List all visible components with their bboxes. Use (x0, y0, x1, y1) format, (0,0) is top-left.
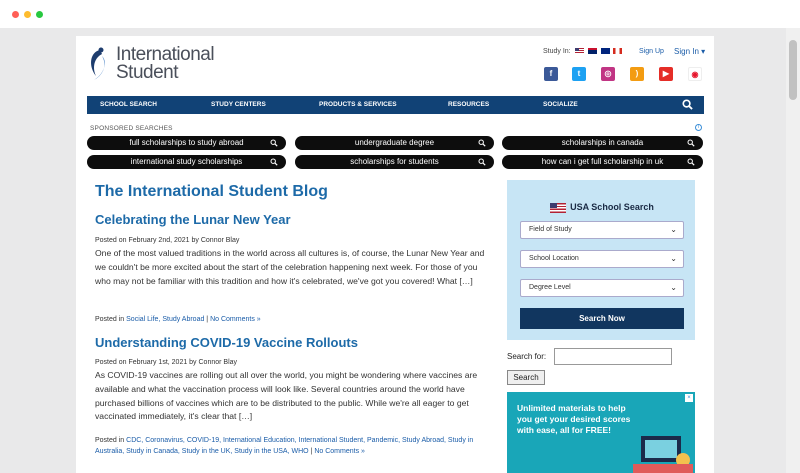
scrollbar-thumb[interactable] (789, 40, 797, 100)
main-nav: SCHOOL SEARCH STUDY CENTERS PRODUCTS & S… (87, 96, 704, 114)
post-title-link[interactable]: Celebrating the Lunar New Year (95, 212, 291, 227)
sign-up-link[interactable]: Sign Up (639, 48, 664, 55)
logo-text-student: Student (116, 62, 179, 83)
usa-flag-icon (550, 202, 567, 213)
sponsored-pill[interactable]: scholarships for students (295, 155, 494, 169)
ad-illustration (633, 436, 693, 473)
widget-title: USA School Search (507, 202, 695, 213)
nav-school-search[interactable]: SCHOOL SEARCH (100, 96, 157, 114)
search-icon (687, 158, 695, 166)
search-icon (478, 139, 486, 147)
sponsored-pill[interactable]: international study scholarships (87, 155, 286, 169)
search-icon (687, 139, 695, 147)
post-categories: Posted in CDC, Coronavirus, COVID-19, In… (95, 437, 474, 455)
site-logo[interactable]: International Student (86, 44, 236, 84)
close-window-dot[interactable] (12, 11, 19, 18)
sponsored-pill-label: undergraduate degree (354, 138, 435, 147)
post-title-link[interactable]: Understanding COVID-19 Vaccine Rollouts (95, 335, 358, 350)
posted-in-label: Posted in (95, 316, 125, 323)
select-value: Degree Level (529, 284, 571, 291)
rss-icon[interactable]: ) (630, 67, 644, 81)
sponsored-pill-label: scholarships in canada (561, 138, 644, 147)
select-value: School Location (529, 255, 579, 262)
sponsored-pill[interactable]: undergraduate degree (295, 136, 494, 150)
advertisement[interactable]: Unlimited materials to help you get your… (507, 392, 695, 473)
category-links[interactable]: CDC, Coronavirus, COVID-19, Internationa… (95, 437, 473, 455)
nav-socialize[interactable]: SOCIALIZE (543, 96, 578, 114)
nav-study-centers[interactable]: STUDY CENTERS (211, 96, 266, 114)
browser-chrome (0, 0, 800, 28)
scrollbar[interactable] (786, 28, 800, 473)
sponsored-pill[interactable]: full scholarships to study abroad (87, 136, 286, 150)
nav-products-services[interactable]: PRODUCTS & SERVICES (319, 96, 397, 114)
select-value: Field of Study (529, 226, 572, 233)
sponsored-pill-label: international study scholarships (130, 157, 243, 166)
study-in-label: Study In: (543, 48, 571, 55)
minimize-window-dot[interactable] (24, 11, 31, 18)
twitter-icon[interactable]: t (572, 67, 586, 81)
maximize-window-dot[interactable] (36, 11, 43, 18)
sponsored-pill[interactable]: scholarships in canada (502, 136, 703, 150)
study-in: Study In: (543, 48, 623, 55)
globe-logo-icon (91, 47, 105, 80)
comments-link[interactable]: No Comments » (210, 316, 261, 323)
ad-info-icon[interactable]: × (685, 394, 693, 402)
degree-level-select[interactable]: Degree Level ⌄ (520, 279, 684, 297)
chevron-down-icon: ⌄ (670, 283, 677, 292)
ad-text: Unlimited materials to help you get your… (517, 403, 631, 435)
sponsored-pill-label: full scholarships to study abroad (129, 138, 244, 147)
uk-flag-icon[interactable] (587, 48, 597, 55)
sponsored-pill[interactable]: how can i get full scholarship in uk (502, 155, 703, 169)
comments-link[interactable]: No Comments » (314, 448, 365, 455)
info-icon[interactable]: i (695, 124, 702, 131)
usa-school-search-widget: USA School Search Field of Study ⌄ School… (507, 180, 695, 340)
search-button[interactable]: Search (507, 370, 545, 385)
search-for-label: Search for: (507, 352, 547, 361)
nav-resources[interactable]: RESOURCES (448, 96, 489, 114)
post-meta: Posted on February 2nd, 2021 by Connor B… (95, 237, 240, 244)
category-links[interactable]: Social Life, Study Abroad (126, 316, 204, 323)
chevron-down-icon: ⌄ (670, 254, 677, 263)
post-meta: Posted on February 1st, 2021 by Connor B… (95, 359, 238, 366)
canada-flag-icon[interactable] (613, 48, 623, 55)
search-icon (270, 158, 278, 166)
usa-flag-icon[interactable] (574, 48, 584, 55)
chevron-down-icon: ⌄ (670, 225, 677, 234)
search-icon[interactable] (682, 99, 693, 110)
instagram-icon[interactable]: ◎ (601, 67, 615, 81)
post-excerpt: As COVID-19 vaccines are rolling out all… (95, 370, 478, 422)
school-location-select[interactable]: School Location ⌄ (520, 250, 684, 268)
post-categories: Posted in Social Life, Study Abroad | No… (95, 316, 261, 323)
sign-in-dropdown[interactable]: Sign In ▾ (674, 47, 705, 56)
sponsored-pill-label: scholarships for students (350, 157, 439, 166)
facebook-icon[interactable]: f (544, 67, 558, 81)
australia-flag-icon[interactable] (600, 48, 610, 55)
field-of-study-select[interactable]: Field of Study ⌄ (520, 221, 684, 239)
weibo-icon[interactable]: ◉ (688, 67, 702, 81)
page-title: The International Student Blog (95, 183, 328, 200)
search-input[interactable] (554, 348, 672, 365)
search-icon (270, 139, 278, 147)
search-icon (478, 158, 486, 166)
sponsored-pill-label: how can i get full scholarship in uk (541, 157, 664, 166)
search-now-button[interactable]: Search Now (520, 308, 684, 329)
youtube-icon[interactable]: ▶ (659, 67, 673, 81)
sponsored-searches-label: SPONSORED SEARCHES (90, 125, 173, 132)
posted-in-label: Posted in (95, 437, 125, 444)
post-excerpt: One of the most valued traditions in the… (95, 248, 485, 286)
web-page: International Student Study In: Sign Up … (76, 36, 714, 473)
widget-title-text: USA School Search (570, 202, 654, 212)
